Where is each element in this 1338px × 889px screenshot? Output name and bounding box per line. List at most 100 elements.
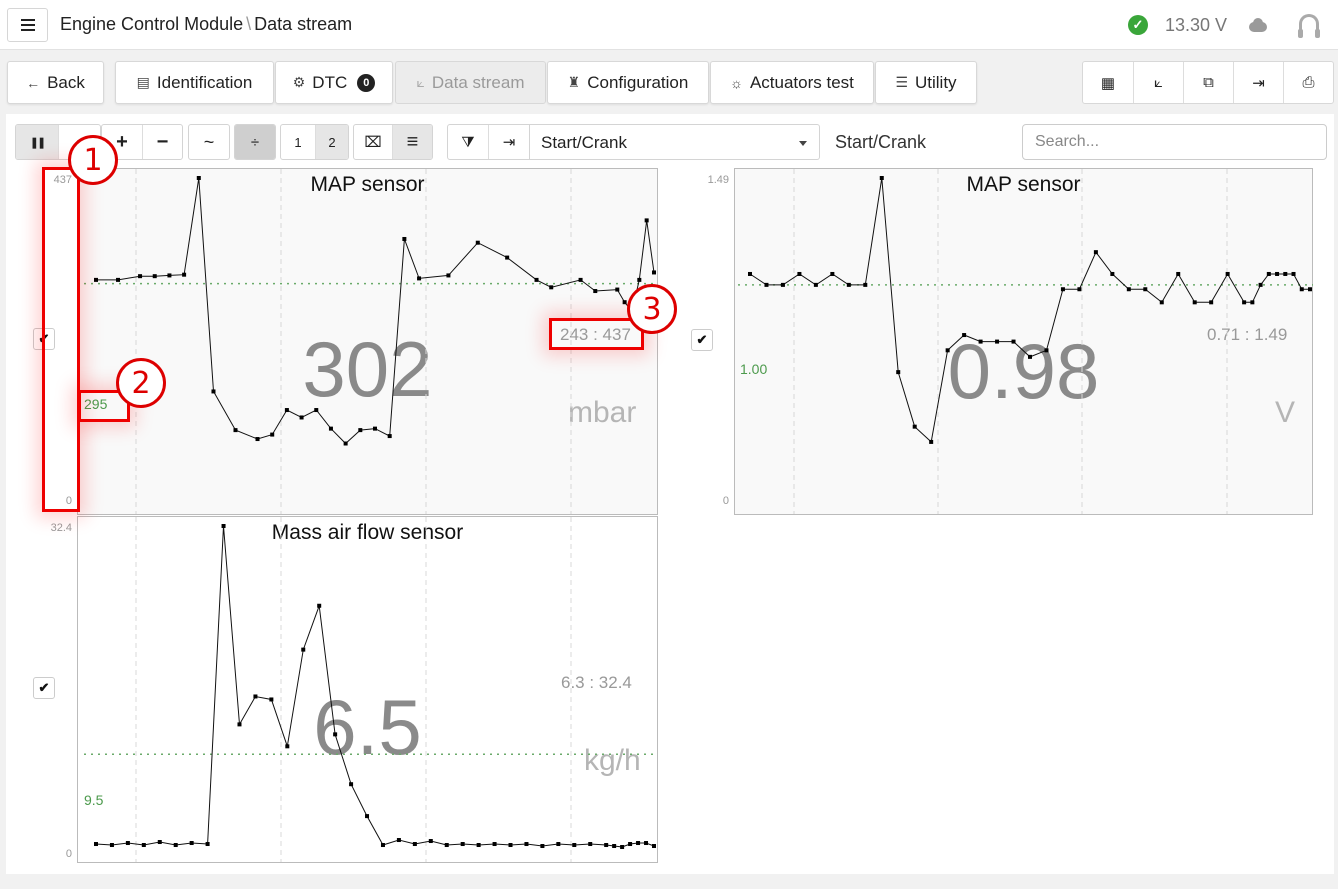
data-point <box>1242 300 1247 305</box>
data-point <box>269 697 274 702</box>
data-point <box>540 844 545 849</box>
jump-end-button[interactable]: ⇥ <box>488 125 529 159</box>
data-point <box>612 844 617 849</box>
breadcrumb-separator: \ <box>246 14 252 34</box>
tab-dtc[interactable]: ⚙ DTC 0 <box>275 61 393 104</box>
data-point <box>556 842 561 847</box>
arrow-left-icon: ← <box>26 74 41 91</box>
fit-screen-button[interactable]: ⧉ <box>1183 62 1233 103</box>
data-point <box>863 282 868 287</box>
data-point <box>270 432 275 437</box>
data-point <box>830 271 835 276</box>
data-point <box>285 744 290 749</box>
data-point <box>157 840 162 845</box>
graph-view-button[interactable]: ⟀ <box>1133 62 1183 103</box>
data-point <box>109 843 114 848</box>
data-point <box>813 282 818 287</box>
export-button[interactable]: ⇥ <box>1233 62 1283 103</box>
columns-1-button[interactable]: 1 <box>281 125 315 159</box>
data-point <box>1308 287 1312 292</box>
data-point <box>652 844 656 849</box>
dtc-count-badge: 0 <box>357 73 376 92</box>
grid-view-button[interactable]: ▦ <box>1083 62 1133 103</box>
data-point <box>508 843 513 848</box>
tab-actuators-test[interactable]: ☼ Actuators test <box>710 61 874 104</box>
divide-icon: ÷ <box>250 133 260 151</box>
columns-2-label: 2 <box>328 134 336 150</box>
breadcrumb: Engine Control Module \ Data stream <box>60 14 352 35</box>
columns-1-label: 1 <box>294 134 302 150</box>
tab-utility[interactable]: ☰ Utility <box>875 61 977 104</box>
nav-bar: ← Back ▤ Identification ⚙ DTC 0 ⟀ Data stream… <box>0 51 1338 113</box>
fit-screen-icon: ⧉ <box>1203 74 1214 91</box>
annotation-box-1 <box>42 167 80 512</box>
data-point <box>94 277 98 282</box>
filter-group: ⧩ ⇥ <box>447 124 530 160</box>
identification-label: Identification <box>156 72 253 92</box>
data-point <box>417 276 422 281</box>
data-point <box>475 240 480 245</box>
data-point <box>125 841 130 846</box>
data-point <box>1110 271 1115 276</box>
data-point <box>460 842 465 847</box>
data-point <box>299 415 304 420</box>
headset-icon[interactable] <box>1298 14 1320 38</box>
pause-button[interactable]: ❚❚ <box>16 125 58 159</box>
data-point <box>365 814 370 819</box>
data-point <box>333 732 338 737</box>
data-point <box>524 842 529 847</box>
data-point <box>116 277 121 282</box>
mode-select[interactable]: Start/Crank <box>529 124 820 160</box>
clear-selection-icon: ⌧ <box>364 134 382 151</box>
menu-button[interactable] <box>7 8 48 42</box>
breadcrumb-module[interactable]: Engine Control Module <box>60 14 243 34</box>
utility-label: Utility <box>915 72 957 92</box>
data-point <box>358 428 363 433</box>
data-point <box>652 270 656 275</box>
data-point <box>373 426 377 431</box>
data-point <box>221 524 226 528</box>
data-point <box>978 339 983 344</box>
cloud-download-icon[interactable] <box>1247 18 1267 32</box>
annotation-marker-1: 1 <box>68 135 118 185</box>
data-point <box>572 843 577 848</box>
wave-icon: ~ <box>203 131 215 152</box>
tab-configuration[interactable]: ♜ Configuration <box>547 61 709 104</box>
clear-filter-button[interactable]: ⧩ <box>448 125 488 159</box>
hamburger-icon <box>20 24 35 26</box>
list-view-button[interactable]: ≡ <box>392 125 432 159</box>
data-point <box>1044 348 1049 353</box>
data-point <box>1159 300 1164 305</box>
data-point <box>604 843 609 848</box>
data-point <box>492 842 497 847</box>
data-point <box>644 841 649 846</box>
columns-group: 1 2 <box>280 124 349 160</box>
data-point <box>578 277 583 282</box>
filter-clear-icon: ⧩ <box>461 133 475 151</box>
data-point <box>879 176 884 180</box>
data-point <box>396 838 401 843</box>
pause-icon: ❚❚ <box>29 136 47 149</box>
data-point <box>446 273 451 278</box>
data-point <box>588 842 593 847</box>
back-button[interactable]: ← Back <box>7 61 104 104</box>
dtc-label: DTC <box>312 72 348 92</box>
smooth-button[interactable]: ~ <box>189 125 229 159</box>
data-point <box>1258 282 1263 287</box>
data-point <box>945 348 950 353</box>
zoom-out-button[interactable]: − <box>142 125 182 159</box>
data-point <box>182 272 187 277</box>
print-button[interactable]: ⎙ <box>1283 62 1333 103</box>
data-point <box>1250 300 1255 305</box>
split-button[interactable]: ÷ <box>235 125 275 159</box>
clear-selection-button[interactable]: ⌧ <box>354 125 392 159</box>
tab-identification[interactable]: ▤ Identification <box>115 61 274 104</box>
columns-2-button[interactable]: 2 <box>315 125 348 159</box>
data-point <box>328 426 333 431</box>
mode-select-value: Start/Crank <box>541 133 627 152</box>
search-input[interactable] <box>1022 124 1327 160</box>
tab-data-stream[interactable]: ⟀ Data stream <box>395 61 546 104</box>
data-point <box>620 845 625 850</box>
data-point <box>189 841 194 846</box>
series-line <box>95 525 655 848</box>
